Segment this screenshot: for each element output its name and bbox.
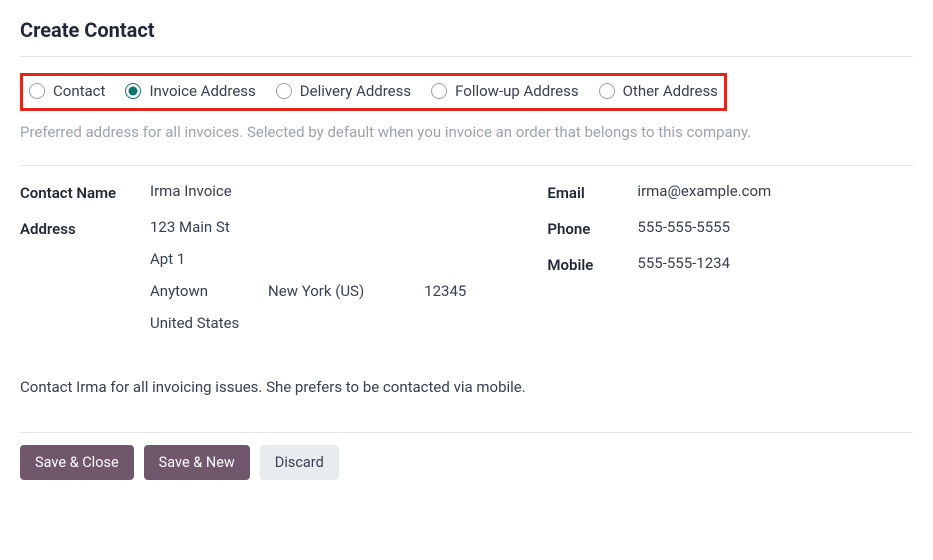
mobile-row: Mobile 555-555-1234 — [547, 254, 913, 274]
phone-row: Phone 555-555-5555 — [547, 218, 913, 238]
city-field[interactable]: Anytown — [150, 282, 208, 300]
contact-name-label: Contact Name — [20, 182, 150, 202]
street1-field[interactable]: 123 Main St — [150, 218, 230, 236]
radio-contact[interactable]: Contact — [29, 82, 105, 100]
address-type-helper-text: Preferred address for all invoices. Sele… — [20, 123, 913, 141]
save-new-button[interactable]: Save & New — [144, 445, 250, 480]
notes-field[interactable]: Contact Irma for all invoicing issues. S… — [20, 378, 913, 396]
address-row: Address 123 Main St Apt 1 Anytown New Yo… — [20, 218, 507, 346]
radio-invoice-label: Invoice Address — [149, 82, 255, 100]
email-label: Email — [547, 182, 637, 202]
radio-delivery-label: Delivery Address — [300, 82, 411, 100]
radio-delivery-address[interactable]: Delivery Address — [276, 82, 411, 100]
state-field[interactable]: New York (US) — [268, 282, 364, 300]
radio-circle-icon — [29, 83, 45, 99]
radio-circle-icon — [431, 83, 447, 99]
address-label: Address — [20, 218, 150, 238]
divider — [20, 165, 913, 166]
form-column-left: Contact Name Irma Invoice Address 123 Ma… — [20, 182, 507, 362]
street2-field[interactable]: Apt 1 — [150, 250, 185, 268]
radio-contact-label: Contact — [53, 82, 105, 100]
contact-name-field[interactable]: Irma Invoice — [150, 182, 232, 200]
button-bar: Save & Close Save & New Discard — [20, 433, 913, 480]
country-field[interactable]: United States — [150, 314, 239, 332]
radio-followup-label: Follow-up Address — [455, 82, 578, 100]
form-column-right: Email irma@example.com Phone 555-555-555… — [547, 182, 913, 362]
radio-other-address[interactable]: Other Address — [599, 82, 718, 100]
radio-other-label: Other Address — [623, 82, 718, 100]
radio-followup-address[interactable]: Follow-up Address — [431, 82, 578, 100]
email-field[interactable]: irma@example.com — [637, 182, 771, 200]
phone-field[interactable]: 555-555-5555 — [637, 218, 730, 236]
divider — [20, 56, 913, 57]
mobile-field[interactable]: 555-555-1234 — [637, 254, 730, 272]
mobile-label: Mobile — [547, 254, 637, 274]
phone-label: Phone — [547, 218, 637, 238]
page-title: Create Contact — [20, 18, 913, 42]
address-type-selector: Contact Invoice Address Delivery Address… — [20, 73, 727, 111]
zip-field[interactable]: 12345 — [424, 282, 466, 300]
radio-invoice-address[interactable]: Invoice Address — [125, 82, 255, 100]
form-area: Contact Name Irma Invoice Address 123 Ma… — [20, 182, 913, 362]
radio-circle-icon — [125, 83, 141, 99]
discard-button[interactable]: Discard — [260, 445, 339, 480]
radio-circle-icon — [599, 83, 615, 99]
contact-name-row: Contact Name Irma Invoice — [20, 182, 507, 202]
email-row: Email irma@example.com — [547, 182, 913, 202]
save-close-button[interactable]: Save & Close — [20, 445, 134, 480]
radio-circle-icon — [276, 83, 292, 99]
